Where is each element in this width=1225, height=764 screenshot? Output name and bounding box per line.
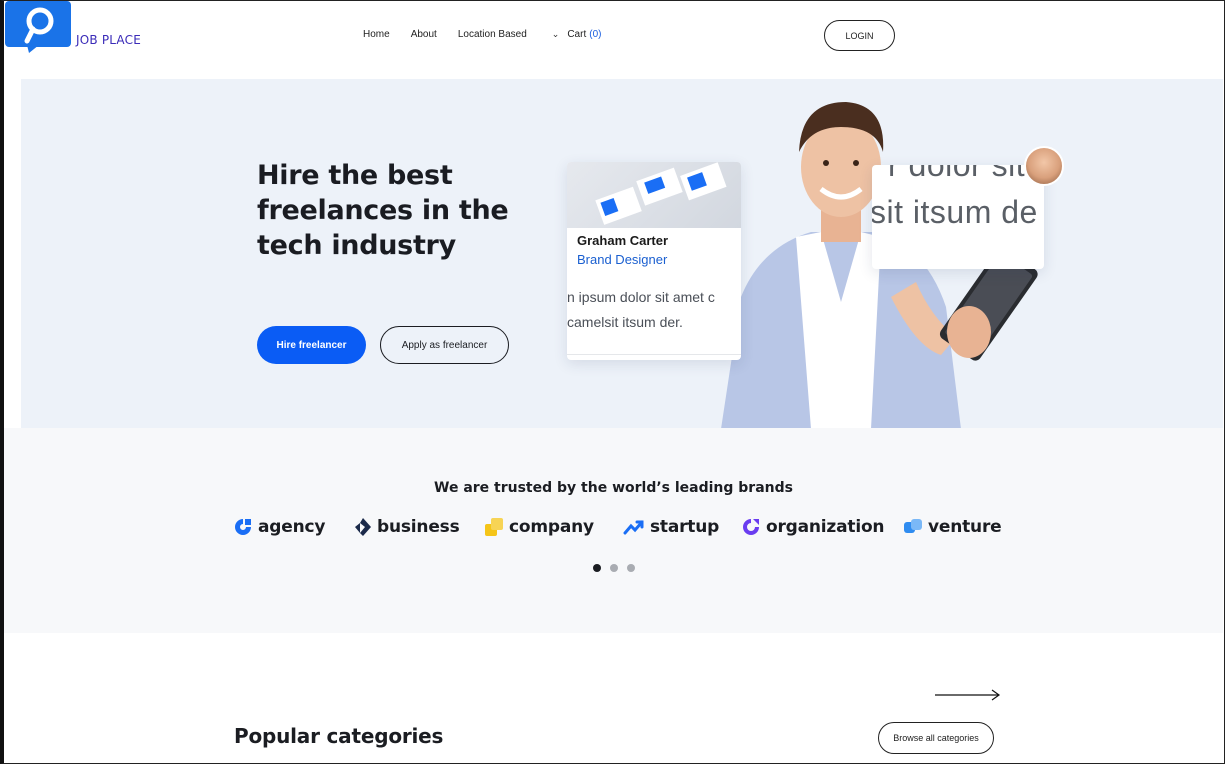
startup-logo-icon (623, 520, 644, 535)
carousel-dot-active[interactable] (593, 564, 601, 572)
main-nav: Home About Location Based ⌄ Cart (0) (363, 29, 601, 40)
carousel-dot[interactable] (627, 564, 635, 572)
arrow-right-icon[interactable] (935, 689, 1001, 701)
review-card-text: sit itsum de (872, 194, 1038, 230)
site-header: JOB PLACE Home About Location Based ⌄ Ca… (0, 0, 1225, 78)
avatar (1024, 146, 1064, 186)
card-text-line: camelsit itsum der. (567, 314, 683, 330)
brand-label: business (377, 517, 460, 537)
brand-agency: agency (233, 517, 325, 537)
brand-label: organization (766, 517, 885, 537)
carousel-dots (593, 564, 644, 572)
popular-categories-title: Popular categories (234, 724, 444, 748)
brand-startup: startup (623, 517, 719, 537)
nav-about[interactable]: About (411, 29, 437, 40)
nav-cart[interactable]: ⌄ Cart (0) (552, 29, 602, 40)
nav-location-based[interactable]: Location Based (458, 29, 527, 40)
card-name: Graham Carter (577, 233, 669, 248)
organization-logo-icon (743, 519, 759, 535)
card-description: n ipsum dolor sit amet c camelsit itsum … (567, 285, 741, 335)
logo-magnifier-icon (5, 1, 71, 53)
card-text-line: n ipsum dolor sit amet c (567, 289, 715, 305)
brand-venture: venture (903, 517, 1002, 537)
card-cover-image (567, 162, 741, 228)
carousel-dot[interactable] (610, 564, 618, 572)
brands-title: We are trusted by the world’s leading br… (434, 480, 793, 496)
brand-business: business (354, 517, 460, 537)
brand-label: agency (258, 517, 326, 537)
cart-count: (0) (589, 29, 602, 40)
logo[interactable]: JOB PLACE (5, 1, 141, 53)
hero-section: Hire the best freelances in the tech ind… (21, 79, 1223, 428)
business-logo-icon (355, 518, 371, 536)
brand-label: company (509, 517, 594, 537)
agency-logo-icon (235, 519, 251, 535)
hire-freelancer-button[interactable]: Hire freelancer (257, 326, 366, 364)
brand-company: company (484, 517, 594, 537)
apply-as-freelancer-button[interactable]: Apply as freelancer (380, 326, 509, 364)
company-logo-icon (485, 518, 503, 536)
hero-title: Hire the best freelances in the tech ind… (257, 160, 509, 261)
trusted-brands-section: We are trusted by the world’s leading br… (4, 428, 1223, 633)
card-divider (567, 354, 741, 360)
review-card-text-top: r dolor sit (888, 165, 1026, 183)
brand-label: startup (650, 517, 720, 537)
chevron-down-icon: ⌄ (551, 29, 560, 39)
review-card: r dolor sit sit itsum de (872, 165, 1044, 269)
profile-card: Graham Carter Brand Designer n ipsum dol… (567, 162, 741, 360)
nav-home[interactable]: Home (363, 29, 390, 40)
card-role: Brand Designer (577, 252, 668, 267)
logo-text: JOB PLACE (76, 33, 141, 47)
cart-label: Cart (567, 29, 587, 40)
login-button[interactable]: LOGIN (824, 20, 895, 51)
brand-organization: organization (741, 517, 885, 537)
venture-logo-icon (904, 519, 922, 533)
browse-all-categories-button[interactable]: Browse all categories (878, 722, 994, 754)
brand-label: venture (928, 517, 1002, 537)
